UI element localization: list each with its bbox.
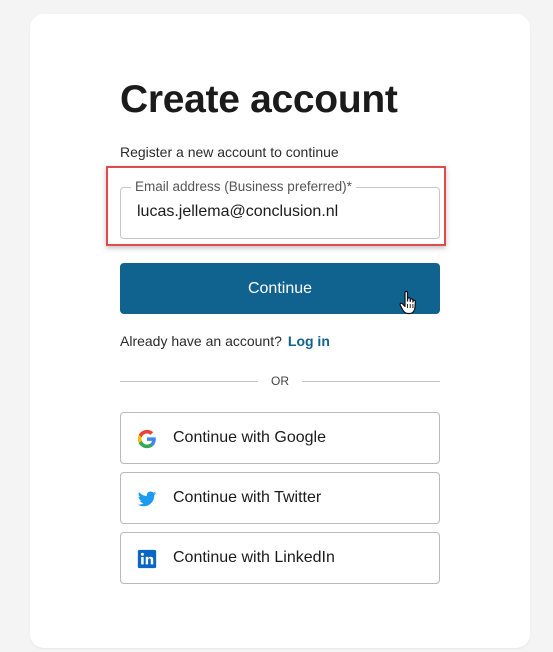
google-signin-button[interactable]: Continue with Google xyxy=(120,412,440,464)
google-signin-label: Continue with Google xyxy=(173,429,326,446)
twitter-signin-label: Continue with Twitter xyxy=(173,489,322,506)
email-field[interactable]: Email address (Business preferred)* xyxy=(120,179,440,239)
linkedin-icon xyxy=(137,549,157,569)
divider-or-label: OR xyxy=(271,374,289,388)
twitter-icon xyxy=(137,491,157,507)
page-title: Create account xyxy=(120,78,398,121)
linkedin-signin-button[interactable]: Continue with LinkedIn xyxy=(120,532,440,584)
login-row: Already have an account? Log in xyxy=(120,333,330,349)
divider-line-right xyxy=(302,381,440,382)
page-subtitle: Register a new account to continue xyxy=(120,144,339,160)
twitter-signin-button[interactable]: Continue with Twitter xyxy=(120,472,440,524)
login-prompt: Already have an account? xyxy=(120,333,282,349)
google-icon xyxy=(137,429,156,449)
hand-pointer-icon xyxy=(399,290,416,315)
linkedin-signin-label: Continue with LinkedIn xyxy=(173,549,335,566)
login-link[interactable]: Log in xyxy=(288,333,330,349)
divider-line-left xyxy=(120,381,258,382)
continue-button[interactable]: Continue xyxy=(120,263,440,314)
email-input[interactable] xyxy=(137,203,427,221)
email-field-label: Email address (Business preferred)* xyxy=(131,179,356,194)
